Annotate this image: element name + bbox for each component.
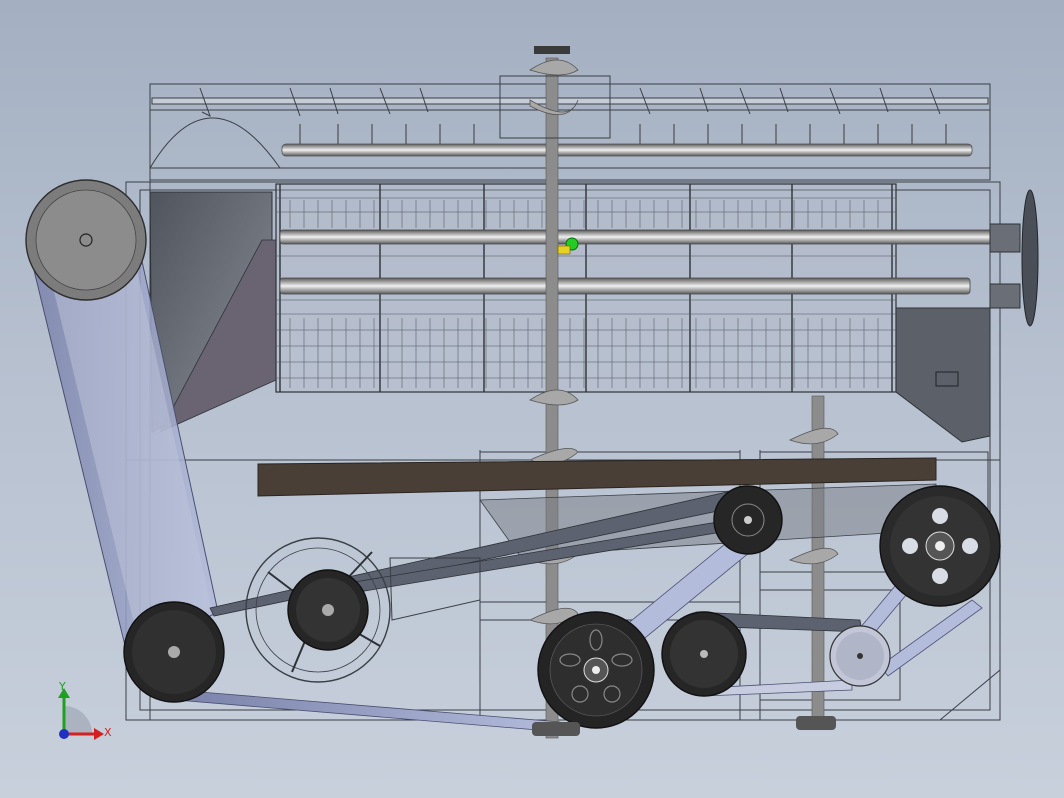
discharge-housing <box>895 307 991 443</box>
idler-pulley <box>829 625 891 687</box>
top-cover <box>149 83 991 181</box>
bottom-spoked-wheel <box>537 611 655 729</box>
middle-pulley <box>661 611 747 697</box>
bottom-left-pulley <box>123 601 225 703</box>
right-spoked-wheel <box>879 485 1001 607</box>
fan-pulley <box>287 569 369 651</box>
side-auger <box>788 395 839 727</box>
x-axis-label: X <box>104 726 112 739</box>
z-axis-dot <box>59 729 69 739</box>
harvester-assembly-model[interactable]: Y X <box>0 0 1064 798</box>
y-axis-label: Y <box>58 680 66 693</box>
right-handwheel <box>989 189 1039 327</box>
spray-pipe <box>281 124 973 157</box>
upper-drum-shaft <box>279 229 1001 245</box>
lower-drum-shaft <box>279 277 971 295</box>
top-left-pulley <box>25 179 147 301</box>
cad-viewport[interactable]: Y X <box>0 0 1064 798</box>
conveyor-drive-pulley <box>713 485 783 555</box>
coordinate-triad: Y X <box>58 680 112 740</box>
